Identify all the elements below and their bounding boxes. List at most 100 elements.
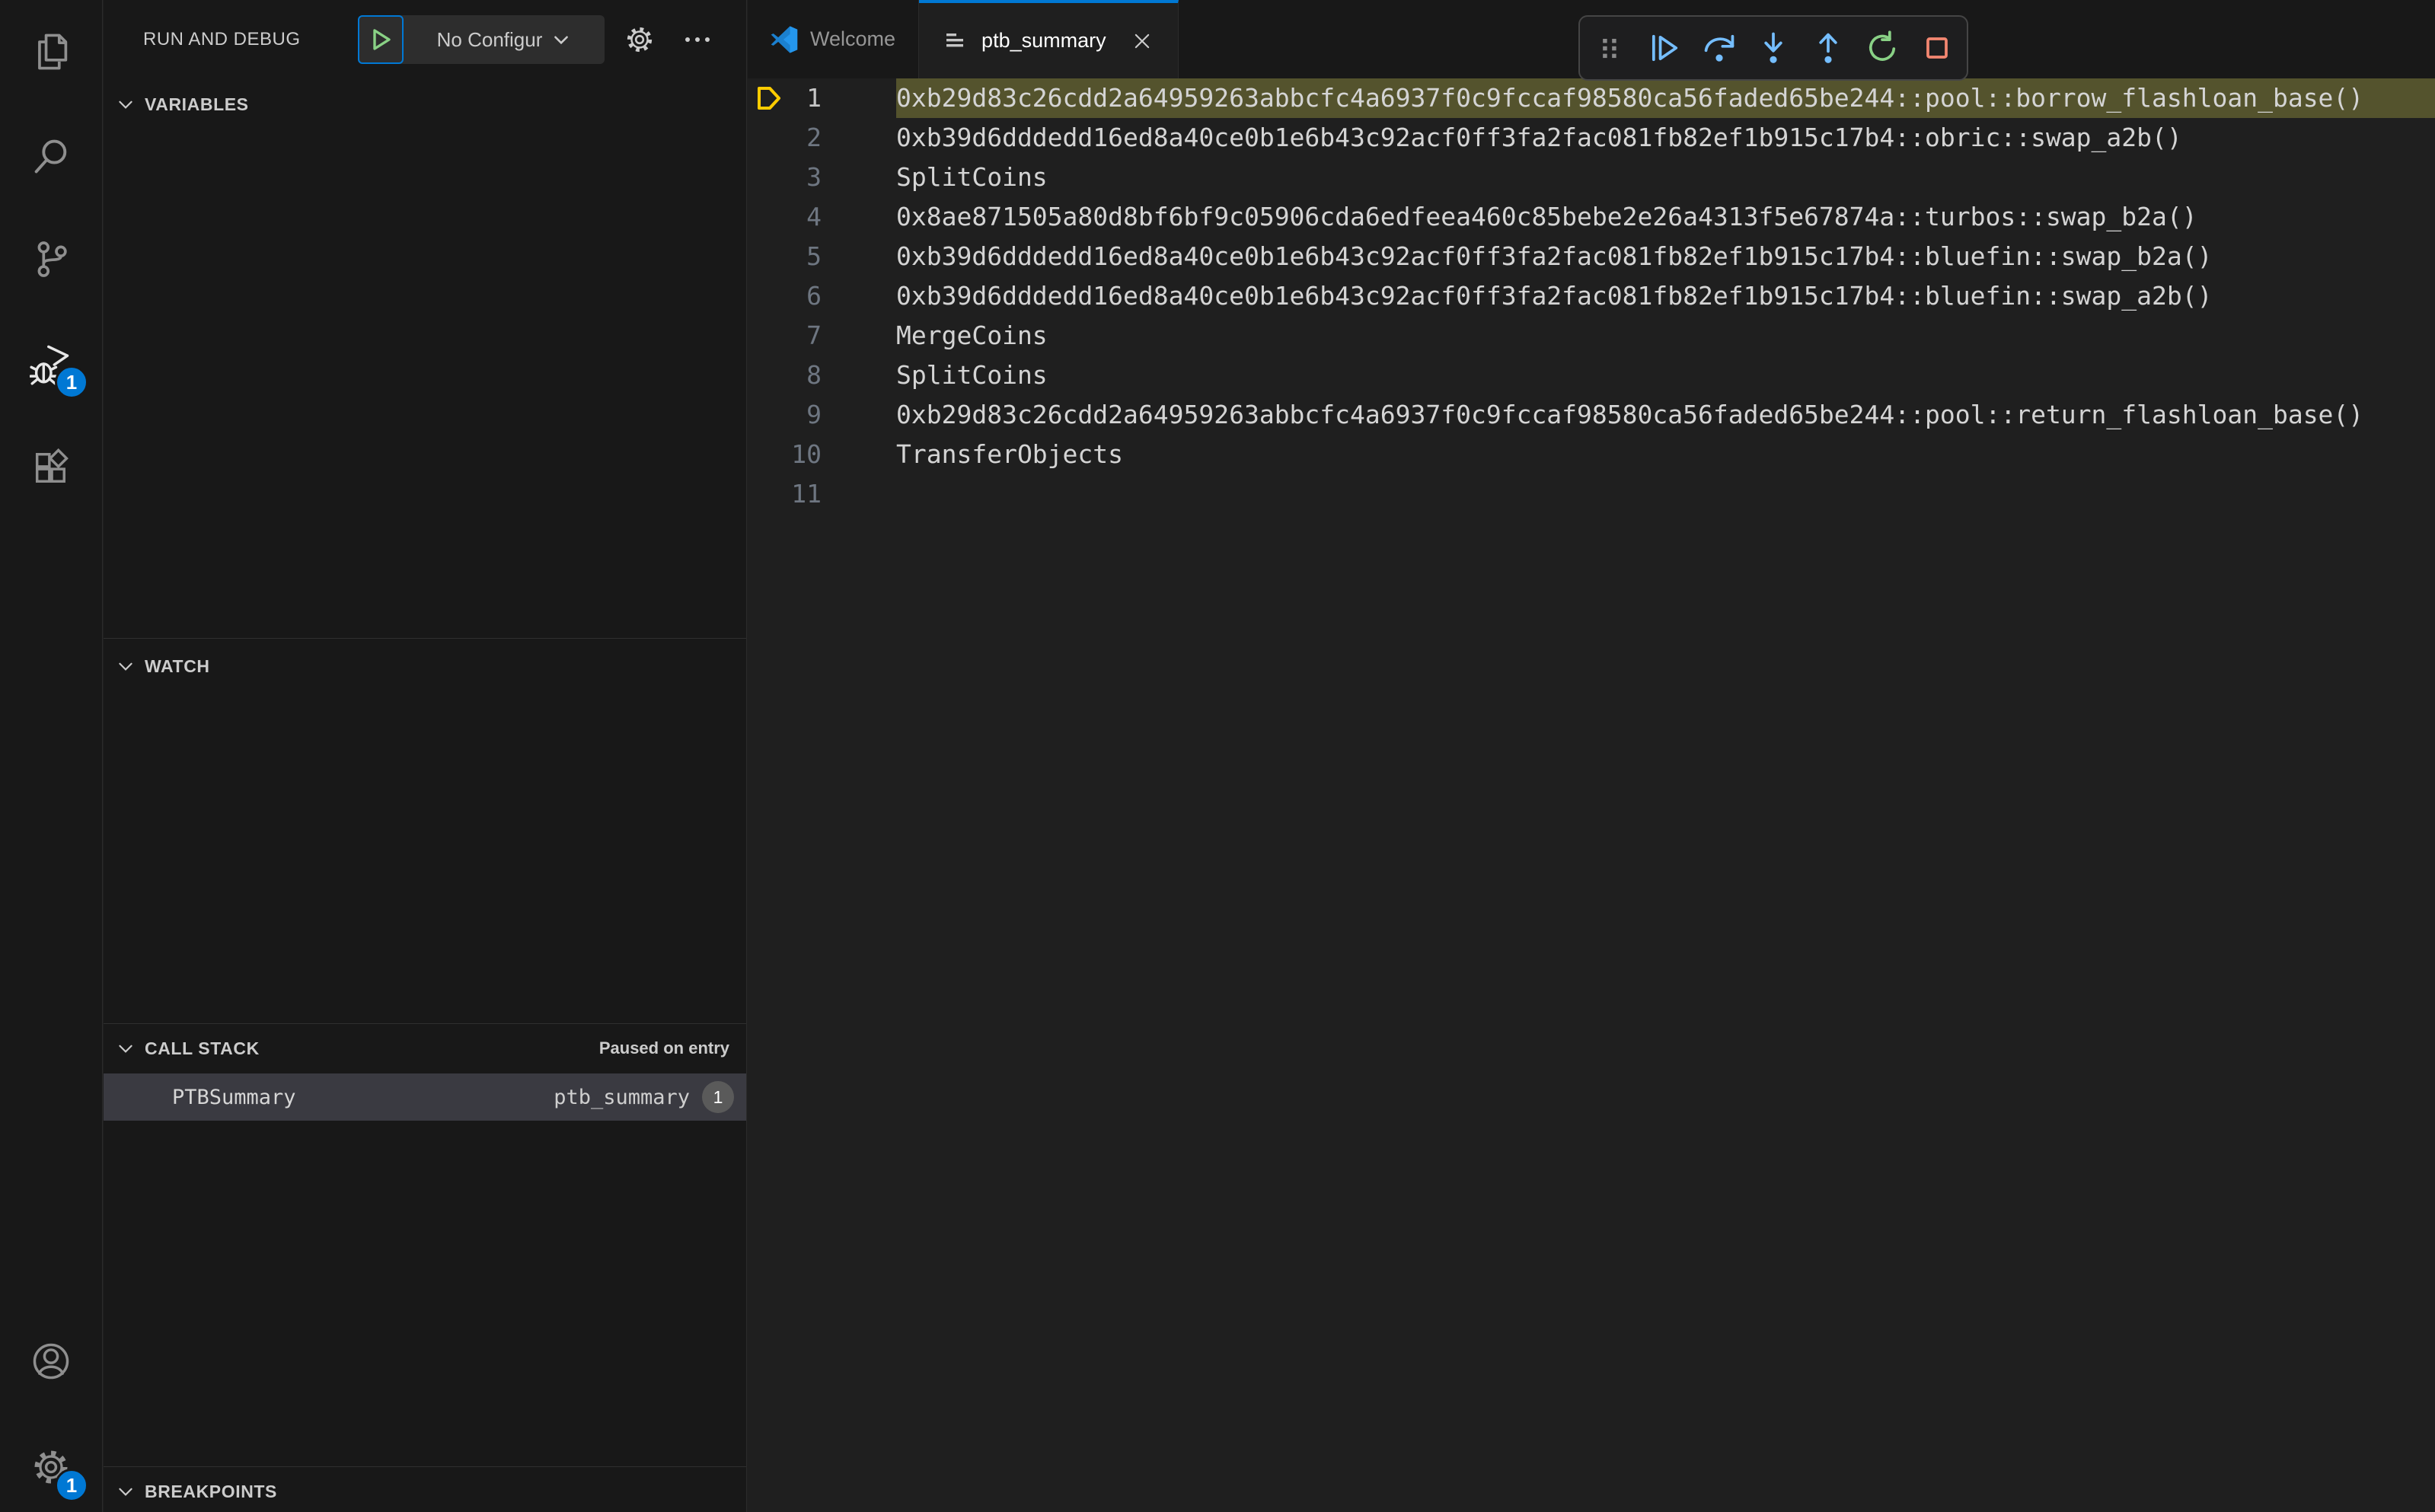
- line-number: 9: [806, 400, 822, 429]
- breakpoints-section-header[interactable]: BREAKPOINTS: [104, 1469, 746, 1512]
- editor-gutter[interactable]: 6: [748, 276, 896, 316]
- vscode-logo-icon: [771, 25, 798, 53]
- line-number: 4: [806, 202, 822, 231]
- restart-icon[interactable]: [1858, 24, 1907, 72]
- editor-gutter[interactable]: 10: [748, 435, 896, 474]
- chevron-down-icon: [119, 662, 132, 671]
- continue-icon[interactable]: [1640, 24, 1689, 72]
- code-editor[interactable]: 1 0xb29d83c26cdd2a64959263abbcfc4a6937f0…: [748, 78, 2435, 1512]
- stop-icon[interactable]: [1913, 24, 1961, 72]
- editor-gutter[interactable]: 5: [748, 237, 896, 276]
- section-divider: [104, 1023, 746, 1024]
- accounts-icon[interactable]: [0, 1322, 102, 1401]
- configuration-dropdown[interactable]: No Configur: [404, 15, 605, 64]
- chevron-down-icon: [119, 1045, 132, 1053]
- editor-gutter[interactable]: 8: [748, 356, 896, 395]
- debug-badge: 1: [55, 365, 88, 399]
- start-debugging-button[interactable]: [358, 15, 404, 64]
- chevron-down-icon: [554, 36, 569, 45]
- step-out-icon[interactable]: [1804, 24, 1853, 72]
- code-line: 1 0xb29d83c26cdd2a64959263abbcfc4a6937f0…: [748, 78, 2435, 118]
- line-number: 10: [791, 439, 822, 469]
- settings-badge: 1: [55, 1469, 88, 1502]
- close-icon[interactable]: [1129, 28, 1155, 54]
- tab-label: ptb_summary: [981, 29, 1106, 52]
- section-divider: [104, 638, 746, 639]
- editor-gutter[interactable]: 9: [748, 395, 896, 435]
- editor-gutter[interactable]: 11: [748, 474, 896, 514]
- code-line: 6 0xb39d6dddedd16ed8a40ce0b1e6b43c92acf0…: [748, 276, 2435, 316]
- line-number: 8: [806, 360, 822, 390]
- source-control-icon[interactable]: [0, 219, 102, 298]
- editor-gutter[interactable]: 1: [748, 78, 896, 118]
- code-line-text[interactable]: [896, 474, 2435, 514]
- settings-gear-icon[interactable]: 1: [0, 1427, 102, 1507]
- list-file-icon: [946, 33, 964, 46]
- variables-section-header[interactable]: VARIABLES: [104, 82, 746, 126]
- editor-gutter[interactable]: 3: [748, 158, 896, 197]
- debug-current-line-icon: [754, 83, 784, 113]
- watch-section-header[interactable]: WATCH: [104, 644, 746, 688]
- explorer-icon[interactable]: [0, 12, 102, 91]
- code-line-text[interactable]: 0x8ae871505a80d8bf6bf9c05906cda6edfeea46…: [896, 197, 2435, 237]
- configuration-dropdown-label: No Configur: [436, 27, 543, 51]
- tab-ptb-summary[interactable]: ptb_summary: [919, 0, 1179, 78]
- watch-section-label: WATCH: [145, 656, 210, 676]
- code-line: 9 0xb29d83c26cdd2a64959263abbcfc4a6937f0…: [748, 395, 2435, 435]
- step-over-icon[interactable]: [1695, 24, 1744, 72]
- activity-bar: 1 1: [0, 0, 103, 1512]
- debug-toolbar: [1578, 15, 1968, 81]
- code-line-text[interactable]: MergeCoins: [896, 316, 2435, 356]
- code-line: 8 SplitCoins: [748, 356, 2435, 395]
- editor-gutter[interactable]: 4: [748, 197, 896, 237]
- code-line-text[interactable]: 0xb29d83c26cdd2a64959263abbcfc4a6937f0c9…: [896, 395, 2435, 435]
- run-and-debug-icon[interactable]: 1: [0, 324, 102, 404]
- sidebar-title: RUN AND DEBUG: [143, 29, 301, 49]
- line-number: 6: [806, 281, 822, 311]
- code-line: 5 0xb39d6dddedd16ed8a40ce0b1e6b43c92acf0…: [748, 237, 2435, 276]
- launch-configuration-combo: No Configur: [358, 15, 605, 64]
- line-number: 7: [806, 321, 822, 350]
- more-actions-icon[interactable]: [679, 21, 716, 58]
- code-line: 11: [748, 474, 2435, 514]
- code-line-text[interactable]: SplitCoins: [896, 158, 2435, 197]
- code-line: 2 0xb39d6dddedd16ed8a40ce0b1e6b43c92acf0…: [748, 118, 2435, 158]
- launch-settings-gear-icon[interactable]: [621, 21, 658, 58]
- editor-gutter[interactable]: 7: [748, 316, 896, 356]
- chevron-down-icon: [119, 1488, 132, 1496]
- line-number: 3: [806, 162, 822, 192]
- line-number: 1: [806, 83, 822, 113]
- code-line-text[interactable]: 0xb39d6dddedd16ed8a40ce0b1e6b43c92acf0ff…: [896, 276, 2435, 316]
- code-line: 3 SplitCoins: [748, 158, 2435, 197]
- stack-frame-count-badge: 1: [702, 1081, 734, 1113]
- code-line-text[interactable]: 0xb29d83c26cdd2a64959263abbcfc4a6937f0c9…: [896, 78, 2435, 118]
- code-line-text[interactable]: 0xb39d6dddedd16ed8a40ce0b1e6b43c92acf0ff…: [896, 237, 2435, 276]
- extensions-icon[interactable]: [0, 429, 102, 508]
- section-divider: [104, 1466, 746, 1467]
- breakpoints-section-label: BREAKPOINTS: [145, 1481, 278, 1501]
- chevron-down-icon: [119, 100, 132, 109]
- call-stack-section-header[interactable]: CALL STACK Paused on entry: [104, 1026, 746, 1070]
- search-icon[interactable]: [0, 116, 102, 196]
- code-line: 4 0x8ae871505a80d8bf6bf9c05906cda6edfeea…: [748, 197, 2435, 237]
- debug-state-status: Paused on entry: [598, 1038, 729, 1057]
- line-number: 11: [791, 479, 822, 509]
- toolbar-drag-handle[interactable]: [1586, 24, 1635, 72]
- tab-label: Welcome: [810, 27, 896, 50]
- code-line-text[interactable]: 0xb39d6dddedd16ed8a40ce0b1e6b43c92acf0ff…: [896, 118, 2435, 158]
- code-line-text[interactable]: SplitCoins: [896, 356, 2435, 395]
- call-stack-frame-row[interactable]: PTBSummary ptb_summary 1: [104, 1073, 746, 1121]
- step-into-icon[interactable]: [1749, 24, 1798, 72]
- variables-section-label: VARIABLES: [145, 94, 249, 114]
- stack-frame-name: PTBSummary: [172, 1085, 296, 1109]
- code-line-text[interactable]: TransferObjects: [896, 435, 2435, 474]
- stack-frame-source: ptb_summary: [554, 1085, 690, 1109]
- editor-group: Welcome ptb_summary 1 0xb29d83c26cdd2a64…: [748, 0, 2435, 1512]
- code-line: 7 MergeCoins: [748, 316, 2435, 356]
- call-stack-section-label: CALL STACK: [145, 1038, 260, 1058]
- tab-welcome[interactable]: Welcome: [748, 0, 920, 78]
- editor-gutter[interactable]: 2: [748, 118, 896, 158]
- line-number: 2: [806, 123, 822, 152]
- line-number: 5: [806, 241, 822, 271]
- code-line: 10 TransferObjects: [748, 435, 2435, 474]
